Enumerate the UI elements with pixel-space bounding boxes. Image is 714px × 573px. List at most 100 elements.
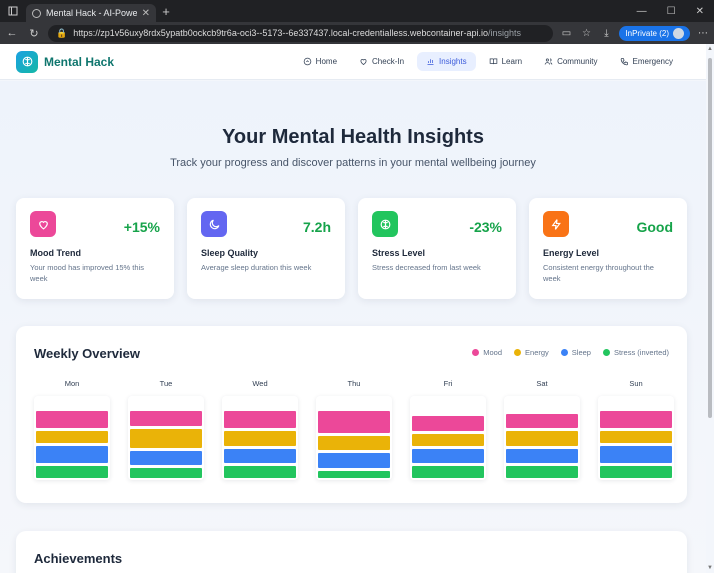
url-field[interactable]: 🔒 https://zp1v56uxy8rdx5ypatb0ockcb9tr6a… xyxy=(48,24,554,42)
achievements-title: Achievements xyxy=(34,551,123,566)
day-bar-stack[interactable] xyxy=(410,396,486,480)
inprivate-badge[interactable]: InPrivate (2) xyxy=(619,25,690,41)
heart-icon xyxy=(360,59,367,65)
tab-actions-icon[interactable] xyxy=(0,0,26,22)
bar-stress xyxy=(130,468,202,478)
minimize-icon[interactable]: — xyxy=(637,6,647,17)
nav-learn[interactable]: Learn xyxy=(480,52,531,71)
users-icon xyxy=(544,58,553,65)
refresh-icon[interactable]: ↻ xyxy=(26,27,42,40)
legend-dot xyxy=(602,349,610,356)
page-scrollbar[interactable]: ▲ ▼ xyxy=(706,44,714,573)
stat-card-stress: -23% Stress Level Stress decreased from … xyxy=(358,198,516,299)
nav-insights[interactable]: Insights xyxy=(417,52,476,71)
legend-label: Stress (inverted) xyxy=(613,348,669,357)
back-icon[interactable]: ← xyxy=(4,27,20,39)
bar-energy xyxy=(36,431,108,444)
scroll-down-icon[interactable]: ▼ xyxy=(707,565,713,571)
lock-icon: 🔒 xyxy=(56,27,68,38)
split-screen-icon[interactable]: ▭ xyxy=(559,28,573,39)
scrollbar-thumb[interactable] xyxy=(708,58,712,418)
brand[interactable]: Mental Hack xyxy=(16,50,115,73)
stat-card-sleep: 7.2h Sleep Quality Average sleep duratio… xyxy=(187,198,345,299)
bar-stress xyxy=(318,470,390,478)
day-label: Mon xyxy=(64,379,80,388)
day-column: Wed xyxy=(222,379,298,480)
stat-description: Stress decreased from last week xyxy=(372,263,481,272)
scroll-up-icon[interactable]: ▲ xyxy=(707,46,713,52)
day-column: Tue xyxy=(128,379,204,480)
nav-learn-label: Learn xyxy=(501,57,523,66)
day-column: Mon xyxy=(34,379,110,480)
day-column: Thu xyxy=(316,379,392,480)
insights-page: Your Mental Health Insights Track your p… xyxy=(0,81,706,573)
more-menu-icon[interactable]: ⋯ xyxy=(696,28,710,39)
legend-label: Mood xyxy=(483,348,503,357)
heart-icon xyxy=(30,211,56,237)
bar-stress xyxy=(36,466,108,478)
stat-label: Mood Trend xyxy=(30,248,81,258)
page-subtitle: Track your progress and discover pattern… xyxy=(170,157,536,169)
day-label: Wed xyxy=(252,379,268,388)
stat-description: Your mood has improved 15% this week xyxy=(30,263,144,283)
maximize-icon[interactable]: ☐ xyxy=(667,6,676,17)
nav-emergency-label: Emergency xyxy=(632,57,673,66)
bar-mood xyxy=(36,411,108,429)
downloads-icon[interactable]: ⤓ xyxy=(599,28,613,39)
legend-dot xyxy=(472,349,480,356)
nav-check-in[interactable]: Check-In xyxy=(350,52,413,71)
weekly-overview: Weekly Overview Mood Energy Sleep Stress… xyxy=(16,326,687,503)
day-label: Thu xyxy=(347,379,361,388)
main-nav: Home Check-In Insights Learn Community E… xyxy=(294,52,682,71)
bar-sleep xyxy=(36,446,108,463)
favicon-icon xyxy=(32,8,41,18)
bar-energy xyxy=(412,433,484,446)
day-label: Sun xyxy=(629,379,643,388)
bar-stress xyxy=(224,466,296,478)
nav-home[interactable]: Home xyxy=(294,52,346,71)
new-tab-button[interactable]: + xyxy=(156,4,176,19)
day-label: Tue xyxy=(159,379,173,388)
day-bar-stack[interactable] xyxy=(34,396,110,480)
bar-sleep xyxy=(506,448,578,463)
legend-item-energy: Energy xyxy=(514,348,549,357)
favorites-icon[interactable]: ☆ xyxy=(579,28,593,39)
brain-icon xyxy=(372,211,398,237)
day-column: Fri xyxy=(410,379,486,480)
day-bar-stack[interactable] xyxy=(222,396,298,480)
book-icon xyxy=(489,58,497,65)
legend-item-mood: Mood xyxy=(472,348,502,357)
stat-description: Average sleep duration this week xyxy=(201,263,312,272)
bar-mood xyxy=(600,411,672,429)
day-bar-stack[interactable] xyxy=(316,396,392,480)
achievements-section: Achievements xyxy=(16,531,687,573)
weekly-chart: Mon Tue Wed Thu Fri Sat Sun xyxy=(34,379,674,480)
legend-label: Energy xyxy=(525,348,549,357)
stat-cards: +15% Mood Trend Your mood has improved 1… xyxy=(16,198,687,299)
day-column: Sun xyxy=(598,379,674,480)
address-bar-row: ← ↻ 🔒 https://zp1v56uxy8rdx5ypatb0ockcb9… xyxy=(0,22,714,44)
nav-community[interactable]: Community xyxy=(535,52,606,71)
day-bar-stack[interactable] xyxy=(598,396,674,480)
page-title: Your Mental Health Insights xyxy=(222,126,484,148)
nav-emergency[interactable]: Emergency xyxy=(611,52,682,71)
browser-tab[interactable]: Mental Hack - AI-Powered Mental ✕ xyxy=(26,4,156,22)
tab-title: Mental Hack - AI-Powered Mental xyxy=(46,8,137,18)
inprivate-label: InPrivate (2) xyxy=(625,28,669,38)
bar-energy xyxy=(224,431,296,446)
zap-icon xyxy=(543,211,569,237)
day-bar-stack[interactable] xyxy=(128,396,204,480)
phone-icon xyxy=(620,58,628,66)
bar-mood xyxy=(224,411,296,429)
brand-name: Mental Hack xyxy=(44,54,115,69)
nav-check-in-label: Check-In xyxy=(372,57,405,66)
close-tab-icon[interactable]: ✕ xyxy=(142,8,150,19)
stat-value: 7.2h xyxy=(302,219,331,235)
day-bar-stack[interactable] xyxy=(504,396,580,480)
legend-label: Sleep xyxy=(571,348,591,357)
app-header: Mental Hack Home Check-In Insights Learn… xyxy=(0,44,706,80)
weekly-overview-title: Weekly Overview xyxy=(34,346,140,361)
window-controls: — ☐ ✕ xyxy=(637,6,714,17)
close-window-icon[interactable]: ✕ xyxy=(696,6,704,17)
bar-sleep xyxy=(412,448,484,463)
